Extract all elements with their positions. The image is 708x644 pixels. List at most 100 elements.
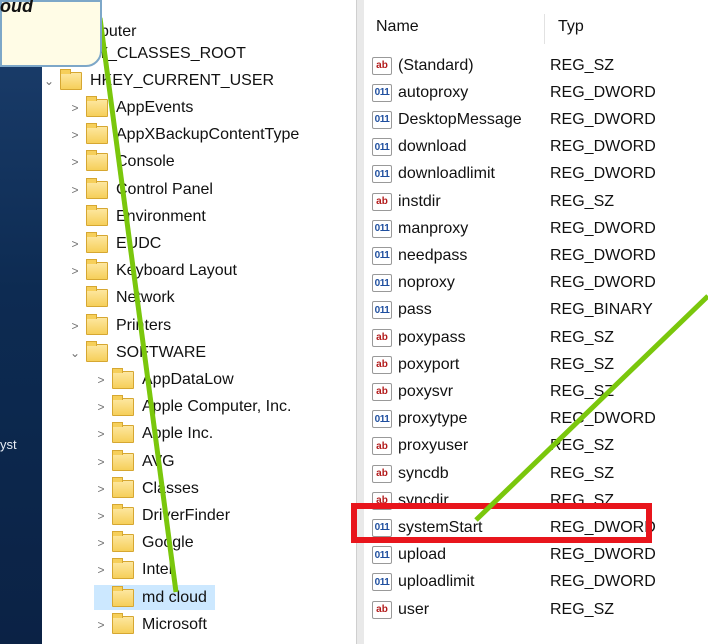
tree-item[interactable]: > AppXBackupContentType xyxy=(68,123,299,148)
value-row[interactable]: ab (Standard) REG_SZ xyxy=(364,52,614,79)
expand-chevron-icon[interactable]: > xyxy=(94,455,108,469)
folder-icon xyxy=(112,422,134,444)
folder-icon xyxy=(112,531,134,553)
tree-item-label: Network xyxy=(116,289,175,307)
value-name: pass xyxy=(398,301,432,319)
string-value-icon: ab xyxy=(372,437,392,456)
tree-item[interactable]: > AppDataLow xyxy=(94,367,234,392)
expand-chevron-icon[interactable]: > xyxy=(68,319,82,333)
binary-value-icon: 011 xyxy=(372,165,392,184)
tree-item[interactable]: > Control Panel xyxy=(68,177,213,202)
tree-item-label: Keyboard Layout xyxy=(116,262,237,280)
tree-item[interactable]: > DriverFinder xyxy=(94,503,230,528)
tree-item[interactable]: Environment xyxy=(68,204,206,229)
registry-key-tree[interactable]: puter KEY_CLASSES_ROOT ⌄ HKEY_CURRENT_USER… xyxy=(42,0,354,644)
tree-item-label: AppDataLow xyxy=(142,370,234,388)
expand-chevron-icon[interactable]: > xyxy=(68,128,82,142)
value-type: REG_SZ xyxy=(550,464,615,482)
tree-item[interactable]: > AppEvents xyxy=(68,95,193,120)
binary-value-icon: 011 xyxy=(372,410,392,429)
folder-icon xyxy=(112,395,134,417)
expand-chevron-icon[interactable]: > xyxy=(94,427,108,441)
value-name: DesktopMessage xyxy=(398,110,522,128)
tree-item[interactable]: ⌄ HKEY_CURRENT_USER xyxy=(42,68,274,93)
value-name: downloadlimit xyxy=(398,165,495,183)
binary-value-icon: 011 xyxy=(372,301,392,320)
value-row[interactable]: 011 proxytype REG_DWORD xyxy=(364,406,656,433)
value-row[interactable]: 011 autoproxy REG_DWORD xyxy=(364,79,656,106)
tree-item[interactable]: > Printers xyxy=(68,313,171,338)
value-row[interactable]: 011 upload REG_DWORD xyxy=(364,542,656,569)
tree-item[interactable]: > Microsoft xyxy=(94,612,207,637)
column-header-name[interactable]: Name xyxy=(376,18,419,36)
tree-item-label: AppEvents xyxy=(116,98,194,116)
value-row[interactable]: 011 download REG_DWORD xyxy=(364,134,656,161)
value-row[interactable]: 011 DesktopMessage REG_DWORD xyxy=(364,106,656,133)
tree-item-label: Intel xyxy=(142,561,173,579)
tree-item[interactable]: Network xyxy=(68,286,175,311)
tree-item-label: SOFTWARE xyxy=(116,343,207,361)
value-row[interactable]: ab poxysvr REG_SZ xyxy=(364,378,614,405)
binary-value-icon: 011 xyxy=(372,138,392,157)
value-row[interactable]: 011 manproxy REG_DWORD xyxy=(364,215,656,242)
expand-chevron-icon[interactable]: > xyxy=(94,618,108,632)
tree-item[interactable]: > Apple Computer, Inc. xyxy=(94,395,291,420)
tree-item[interactable]: > Google xyxy=(94,531,194,556)
column-separator[interactable] xyxy=(544,14,545,44)
tree-item[interactable]: > Console xyxy=(68,150,175,175)
binary-value-icon: 011 xyxy=(372,83,392,102)
value-type: REG_SZ xyxy=(550,56,615,74)
value-name: user xyxy=(398,600,430,618)
expand-chevron-icon[interactable]: > xyxy=(68,101,82,115)
expand-chevron-icon[interactable]: > xyxy=(94,400,108,414)
value-type: REG_SZ xyxy=(550,600,615,618)
expand-chevron-icon[interactable]: > xyxy=(94,509,108,523)
column-header-type[interactable]: Typ xyxy=(558,18,584,36)
value-row[interactable]: ab instdir REG_SZ xyxy=(364,188,614,215)
folder-icon xyxy=(112,476,134,498)
expand-chevron-icon[interactable]: > xyxy=(68,155,82,169)
expand-chevron-icon[interactable]: > xyxy=(94,482,108,496)
tree-item-label: Microsoft xyxy=(142,615,207,633)
expand-chevron-icon[interactable]: > xyxy=(68,237,82,251)
value-row[interactable]: 011 needpass REG_DWORD xyxy=(364,242,656,269)
value-row[interactable]: ab user REG_SZ xyxy=(364,596,614,623)
folder-icon xyxy=(86,313,108,335)
value-row[interactable]: 011 noproxy REG_DWORD xyxy=(364,270,656,297)
value-name: proxytype xyxy=(398,410,468,428)
tree-item[interactable]: > Classes xyxy=(94,476,199,501)
expand-chevron-icon[interactable]: ⌄ xyxy=(68,346,82,360)
tree-item[interactable]: md cloud xyxy=(94,585,215,610)
tree-item[interactable]: > Keyboard Layout xyxy=(68,259,237,284)
value-row[interactable]: 011 downloadlimit REG_DWORD xyxy=(364,161,656,188)
value-type: REG_DWORD xyxy=(550,165,656,183)
tree-item-label: Control Panel xyxy=(116,180,213,198)
value-row[interactable]: 011 uploadlimit REG_DWORD xyxy=(364,569,656,596)
expand-chevron-icon[interactable]: ⌄ xyxy=(42,74,56,88)
callout-box: oud xyxy=(0,0,102,67)
value-row[interactable]: ab poxypass REG_SZ xyxy=(364,324,614,351)
value-row[interactable]: ab poxyport REG_SZ xyxy=(364,351,614,378)
callout-text: oud xyxy=(0,0,33,16)
folder-icon xyxy=(112,585,134,607)
expand-chevron-icon[interactable]: > xyxy=(94,536,108,550)
value-type: REG_DWORD xyxy=(550,274,656,292)
tree-item[interactable]: > Apple Inc. xyxy=(94,422,213,447)
value-row[interactable]: 011 pass REG_BINARY xyxy=(364,297,653,324)
value-name: download xyxy=(398,138,467,156)
value-row[interactable]: ab proxyuser REG_SZ xyxy=(364,433,614,460)
expand-chevron-icon[interactable]: > xyxy=(94,373,108,387)
binary-value-icon: 011 xyxy=(372,219,392,238)
expand-chevron-icon[interactable]: > xyxy=(68,264,82,278)
tree-item-label: Apple Computer, Inc. xyxy=(142,398,292,416)
tree-item[interactable]: ⌄ SOFTWARE xyxy=(68,340,206,365)
tree-item[interactable]: > EUDC xyxy=(68,231,161,256)
binary-value-icon: 011 xyxy=(372,246,392,265)
tree-item[interactable]: > Intel xyxy=(94,558,172,583)
tree-item[interactable]: > AVG xyxy=(94,449,175,474)
registry-values-list[interactable]: Name Typ ab (Standard) REG_SZ 011 autoproxy R… xyxy=(364,0,708,644)
expand-chevron-icon[interactable]: > xyxy=(94,563,108,577)
expand-chevron-icon[interactable]: > xyxy=(68,183,82,197)
value-row[interactable]: ab syncdb REG_SZ xyxy=(364,460,614,487)
value-type: REG_SZ xyxy=(550,437,615,455)
